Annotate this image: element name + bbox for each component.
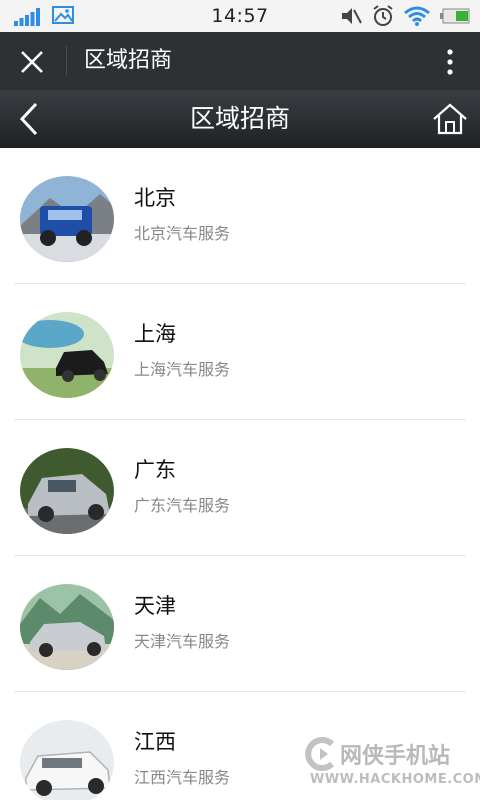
avatar bbox=[20, 448, 114, 534]
top-bar-title: 区域招商 bbox=[84, 48, 173, 73]
battery-icon bbox=[440, 8, 470, 28]
hackhome-logo-icon bbox=[302, 736, 338, 772]
list-item-subtitle: 江西汽车服务 bbox=[134, 768, 231, 787]
list-item-title: 北京 bbox=[134, 186, 176, 210]
region-list: 北京 北京汽车服务 上海 上海汽车服务 广东 广东汽车服务 天津 天津汽车服务 … bbox=[0, 148, 480, 800]
wifi-icon bbox=[404, 6, 430, 30]
avatar bbox=[20, 720, 114, 800]
list-item[interactable]: 北京 北京汽车服务 bbox=[0, 148, 480, 284]
avatar bbox=[20, 312, 114, 398]
list-item-title: 广东 bbox=[134, 458, 176, 482]
list-item-title: 江西 bbox=[134, 730, 176, 754]
more-icon[interactable] bbox=[446, 48, 454, 76]
watermark-url: WWW.HACKHOME.COM bbox=[310, 772, 480, 787]
status-bar: 14:57 bbox=[0, 0, 480, 32]
list-item[interactable]: 广东 广东汽车服务 bbox=[0, 420, 480, 556]
avatar bbox=[20, 176, 114, 262]
top-bar-separator bbox=[66, 46, 67, 76]
list-item-subtitle: 广东汽车服务 bbox=[134, 496, 231, 515]
list-item[interactable]: 上海 上海汽车服务 bbox=[0, 284, 480, 420]
list-item-subtitle: 北京汽车服务 bbox=[134, 224, 231, 243]
nav-bar: 区域招商 bbox=[0, 90, 480, 148]
watermark: 网侠手机站 WWW.HACKHOME.COM bbox=[302, 736, 480, 792]
page-title: 区域招商 bbox=[189, 104, 290, 133]
avatar bbox=[20, 584, 114, 670]
watermark-brand: 网侠手机站 bbox=[340, 744, 451, 769]
home-icon[interactable] bbox=[432, 102, 468, 136]
list-item-subtitle: 上海汽车服务 bbox=[134, 360, 231, 379]
mute-icon bbox=[340, 6, 362, 30]
list-item-subtitle: 天津汽车服务 bbox=[134, 632, 231, 651]
list-item-title: 上海 bbox=[134, 322, 176, 346]
status-right-icons bbox=[340, 5, 470, 31]
list-item[interactable]: 天津 天津汽车服务 bbox=[0, 556, 480, 692]
list-item-title: 天津 bbox=[134, 594, 176, 618]
alarm-icon bbox=[372, 5, 394, 31]
close-icon[interactable] bbox=[18, 48, 46, 76]
top-bar: 区域招商 bbox=[0, 32, 480, 90]
